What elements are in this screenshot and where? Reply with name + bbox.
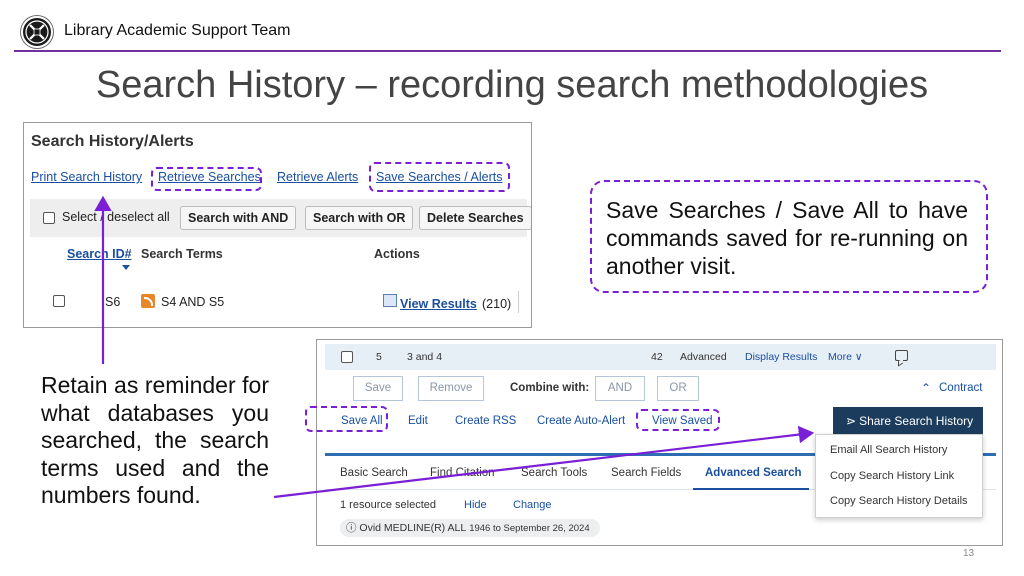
page-number: 13 [963, 548, 975, 559]
annotation-arrows [94, 195, 815, 499]
arrow-to-share-history [273, 425, 815, 499]
